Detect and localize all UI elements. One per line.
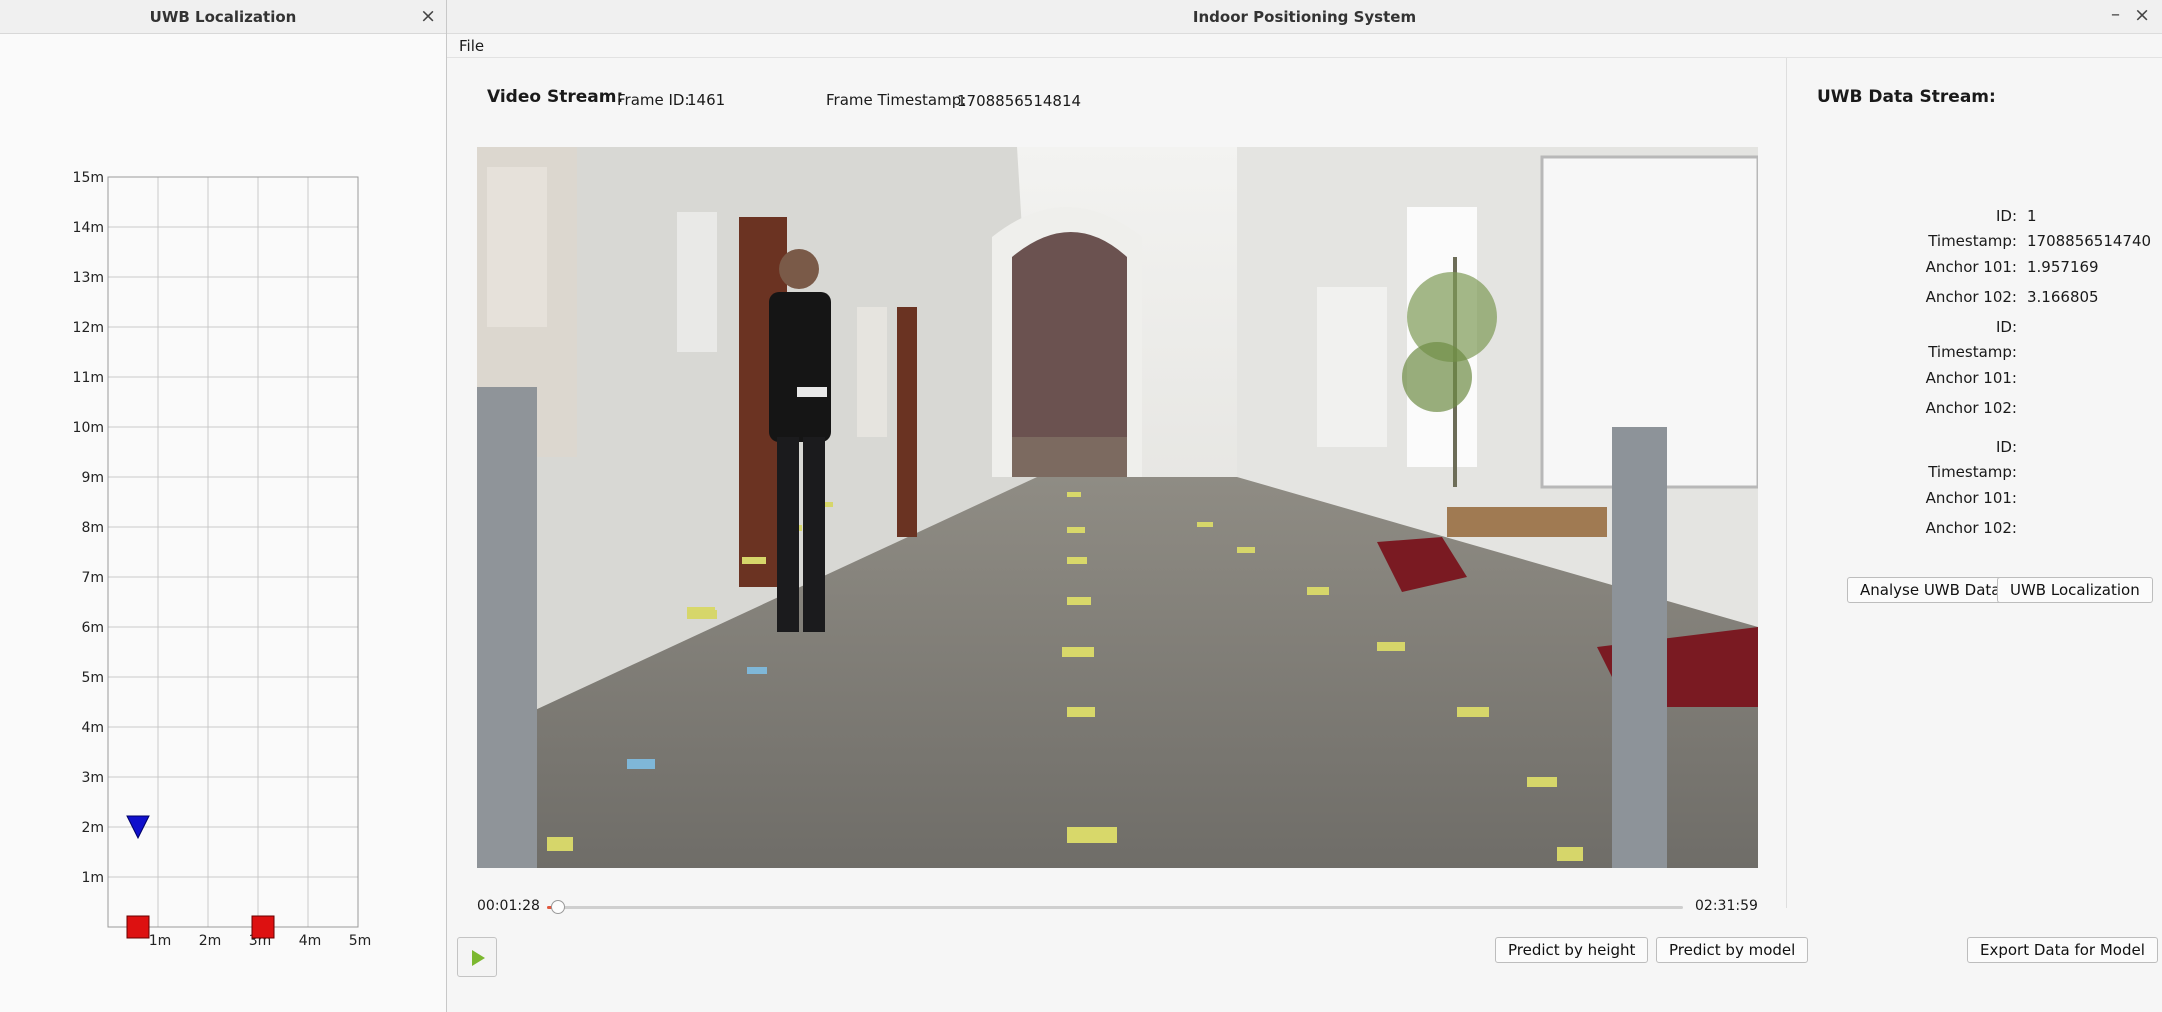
anchor-marker (126, 915, 150, 939)
y-tick-label: 12m (73, 320, 104, 336)
y-tick-label: 5m (81, 670, 104, 686)
record-1-id-value: 1 (2027, 207, 2037, 225)
y-tick-label: 3m (81, 770, 104, 786)
seek-slider[interactable] (547, 900, 1683, 914)
video-stream-label: Video Stream: (487, 87, 624, 107)
frame-id-label: Frame ID: (617, 91, 690, 109)
record-1-anchor-101-label: Anchor 101: (1925, 258, 2017, 276)
record-1-anchor-102-label: Anchor 102: (1925, 288, 2017, 306)
uwb-localization-window: UWB Localization × 15m 14m 13m 12m 11m 10m 9m 8… (0, 0, 447, 1012)
analyse-uwb-data-button[interactable]: Analyse UWB Data (1847, 577, 2014, 603)
uwb-localization-button[interactable]: UWB Localization (1997, 577, 2153, 603)
total-time: 02:31:59 (1695, 898, 1758, 914)
menu-file[interactable]: File (459, 37, 484, 55)
grid-axis-labels: 15m 14m 13m 12m 11m 10m 9m 8m 7m 6m 5m 4m 3m 2m 1m 1m 2m… (73, 170, 372, 949)
predict-by-model-button[interactable]: Predict by model (1656, 937, 1809, 963)
play-icon (472, 950, 485, 966)
record-1-anchor-101-value: 1.957169 (2027, 258, 2099, 276)
video-frame-image (477, 147, 1758, 868)
frame-timestamp-label: Frame Timestamp: (826, 91, 967, 109)
anchor-marker (251, 915, 275, 939)
main-window-titlebar[interactable]: Indoor Positioning System – × (447, 0, 2162, 34)
record-1-id-label: ID: (1995, 207, 2017, 225)
x-tick-label: 2m (199, 933, 222, 949)
y-tick-label: 9m (81, 470, 104, 486)
y-tick-label: 2m (81, 820, 104, 836)
play-button[interactable] (457, 937, 497, 977)
record-3-anchor-101-label: Anchor 101: (1925, 489, 2017, 507)
record-3-id-label: ID: (1995, 438, 2017, 456)
record-2-timestamp-label: Timestamp: (1928, 343, 2017, 361)
record-1-timestamp-label: Timestamp: (1928, 232, 2017, 250)
x-tick-label: 5m (349, 933, 372, 949)
y-tick-label: 11m (73, 370, 104, 386)
close-icon[interactable]: × (2134, 4, 2150, 26)
y-tick-label: 7m (81, 570, 104, 586)
record-3-timestamp-label: Timestamp: (1928, 463, 2017, 481)
record-2-id-label: ID: (1995, 318, 2017, 336)
frame-id-value: 1461 (687, 91, 726, 109)
video-frame[interactable] (477, 147, 1758, 868)
y-tick-label: 4m (81, 720, 104, 736)
y-tick-label: 13m (73, 270, 104, 286)
x-tick-label: 4m (299, 933, 322, 949)
minimize-icon[interactable]: – (2111, 4, 2120, 25)
record-3-anchor-102-label: Anchor 102: (1925, 519, 2017, 537)
panel-divider (1786, 58, 1787, 908)
record-2-anchor-101-label: Anchor 101: (1925, 369, 2017, 387)
record-1-timestamp-value: 1708856514740 (2027, 232, 2152, 250)
export-data-button[interactable]: Export Data for Model (1967, 937, 2158, 963)
y-tick-label: 15m (73, 170, 104, 186)
uwb-position-grid: 15m 14m 13m 12m 11m 10m 9m 8m 7m 6m 5m 4m 3m 2m 1m 1m 2m… (73, 170, 372, 949)
main-window-title: Indoor Positioning System (1192, 8, 1417, 26)
y-tick-label: 10m (73, 420, 104, 436)
predict-by-height-button[interactable]: Predict by height (1495, 937, 1649, 963)
record-2-anchor-102-label: Anchor 102: (1925, 399, 2017, 417)
y-tick-label: 8m (81, 520, 104, 536)
grid-lines (107, 176, 359, 928)
record-1-anchor-102-value: 3.166805 (2027, 288, 2099, 306)
x-tick-label: 1m (149, 933, 172, 949)
menu-bar: File (447, 34, 2162, 58)
seek-handle[interactable] (550, 900, 565, 914)
y-tick-label: 1m (81, 870, 104, 886)
current-time: 00:01:28 (477, 898, 540, 914)
grid-border (107, 176, 359, 928)
frame-timestamp-value: 1708856514814 (957, 92, 1082, 110)
y-tick-label: 14m (73, 220, 104, 236)
uwb-data-stream-title: UWB Data Stream: (1817, 87, 1996, 107)
y-tick-label: 6m (81, 620, 104, 636)
